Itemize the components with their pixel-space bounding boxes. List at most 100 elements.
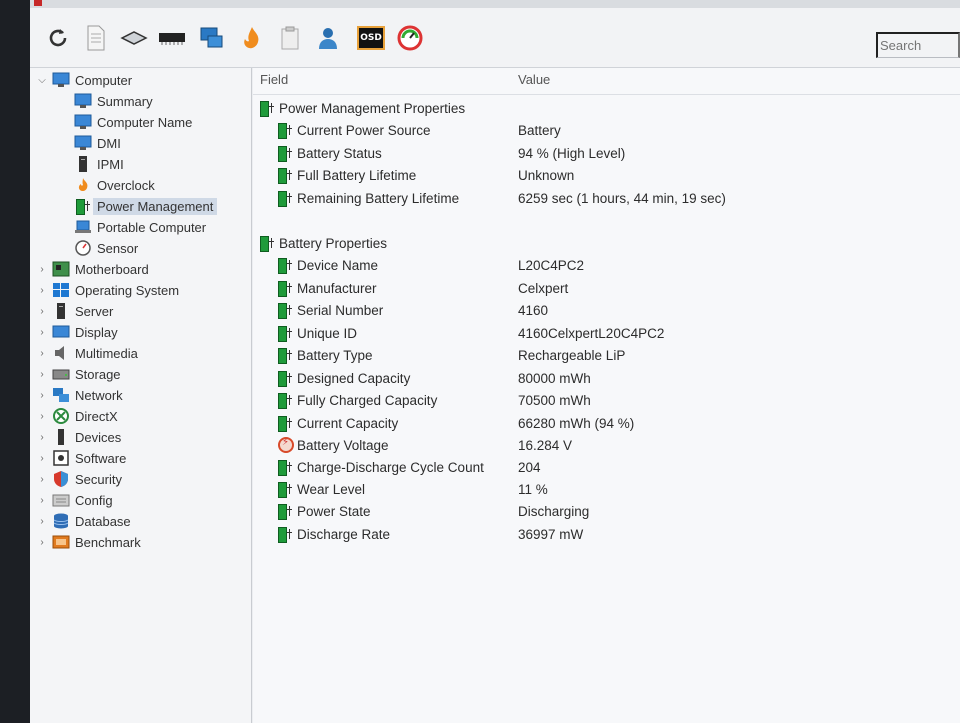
column-header-field[interactable]: Field: [260, 72, 288, 94]
battery-icon: [276, 392, 296, 409]
table-row[interactable]: Fully Charged Capacity 70500 mWh: [276, 389, 956, 411]
table-row[interactable]: Remaining Battery Lifetime 6259 sec (1 h…: [276, 187, 956, 209]
table-row[interactable]: Unique ID 4160CelxpertL20C4PC2: [276, 322, 956, 344]
toolbar: OSD: [30, 8, 960, 68]
battery-icon: [276, 167, 296, 184]
aida64-window: OSD ⌵ Computer Summary Computer Name DMI: [30, 0, 960, 723]
sidebar-item-sensor[interactable]: Sensor: [74, 238, 138, 258]
clipboard-icon[interactable]: [276, 24, 304, 52]
table-row[interactable]: Power State Discharging: [276, 500, 956, 522]
chevron-right-icon[interactable]: ›: [36, 516, 48, 527]
sidebar-item-benchmark[interactable]: › Benchmark: [36, 532, 140, 552]
table-row[interactable]: Serial Number 4160: [276, 299, 956, 321]
sidebar-item-security[interactable]: › Security: [36, 469, 122, 489]
motherboard-icon[interactable]: [120, 24, 148, 52]
chevron-right-icon[interactable]: ›: [36, 432, 48, 443]
osd-icon[interactable]: OSD: [356, 24, 386, 52]
sidebar-item-operating-system[interactable]: › Operating System: [36, 280, 179, 300]
sidebar-item-motherboard[interactable]: › Motherboard: [36, 259, 149, 279]
chevron-right-icon[interactable]: ›: [36, 390, 48, 401]
search-input[interactable]: [876, 32, 960, 58]
table-row[interactable]: Full Battery Lifetime Unknown: [276, 164, 956, 186]
field-value: 4160CelxpertL20C4PC2: [518, 325, 665, 341]
chevron-right-icon[interactable]: ›: [36, 348, 48, 359]
report-icon[interactable]: [82, 24, 110, 52]
sidebar-item-portable-computer[interactable]: Portable Computer: [74, 217, 206, 237]
battery-icon: [276, 325, 296, 342]
sidebar-item-dmi[interactable]: DMI: [74, 133, 121, 153]
sidebar-item-software[interactable]: › Software: [36, 448, 126, 468]
osd-label: OSD: [357, 26, 385, 50]
field-label: Discharge Rate: [297, 526, 391, 542]
chevron-down-icon[interactable]: ⌵: [36, 75, 48, 86]
sidebar-item-computer[interactable]: ⌵ Computer: [36, 70, 132, 90]
field-label: Manufacturer: [297, 280, 377, 296]
field-label: Unique ID: [297, 325, 358, 341]
chevron-right-icon[interactable]: ›: [36, 453, 48, 464]
field-label: Remaining Battery Lifetime: [297, 190, 460, 206]
table-row[interactable]: Discharge Rate 36997 mW: [276, 523, 956, 545]
battery-icon: [74, 198, 92, 215]
sidebar-item-database[interactable]: › Database: [36, 511, 131, 531]
chevron-right-icon[interactable]: ›: [36, 411, 48, 422]
sidebar-item-label: Storage: [75, 366, 121, 382]
chevron-right-icon[interactable]: ›: [36, 285, 48, 296]
field-label: Current Power Source: [297, 122, 431, 138]
sidebar-item-multimedia[interactable]: › Multimedia: [36, 343, 138, 363]
chevron-right-icon[interactable]: ›: [36, 495, 48, 506]
table-row[interactable]: Manufacturer Celxpert: [276, 277, 956, 299]
table-row[interactable]: Current Capacity 66280 mWh (94 %): [276, 412, 956, 434]
sidebar-item-overclock[interactable]: Overclock: [74, 175, 155, 195]
battery-icon: [276, 481, 296, 498]
sidebar-item-power-management[interactable]: Power Management: [74, 196, 218, 216]
network-icon[interactable]: [198, 24, 226, 52]
table-row[interactable]: Battery Status 94 % (High Level): [276, 142, 956, 164]
refresh-icon[interactable]: [44, 24, 72, 52]
sidebar-item-devices[interactable]: › Devices: [36, 427, 121, 447]
motherboard-icon: [52, 261, 70, 277]
gauge-icon[interactable]: [396, 24, 424, 52]
chevron-right-icon[interactable]: ›: [36, 264, 48, 275]
table-row[interactable]: Wear Level 11 %: [276, 478, 956, 500]
sidebar-item-label: Power Management: [93, 197, 218, 215]
sidebar-item-directx[interactable]: › DirectX: [36, 406, 118, 426]
sidebar-item-server[interactable]: › Server: [36, 301, 113, 321]
sidebar-item-label: Summary: [97, 93, 153, 109]
battery-icon: [276, 257, 296, 274]
sidebar-item-computer-name[interactable]: Computer Name: [74, 112, 192, 132]
battery-icon: [276, 370, 296, 387]
table-row[interactable]: Charge-Discharge Cycle Count 204: [276, 456, 956, 478]
table-row[interactable]: Battery Type Rechargeable LiP: [276, 344, 956, 366]
table-row[interactable]: Device Name L20C4PC2: [276, 254, 956, 276]
field-label: Designed Capacity: [297, 370, 411, 386]
sidebar-item-summary[interactable]: Summary: [74, 91, 153, 111]
sidebar-item-ipmi[interactable]: IPMI: [74, 154, 124, 174]
sidebar-item-storage[interactable]: › Storage: [36, 364, 121, 384]
chevron-right-icon[interactable]: ›: [36, 327, 48, 338]
chevron-right-icon[interactable]: ›: [36, 537, 48, 548]
field-value: 16.284 V: [518, 437, 573, 453]
user-icon[interactable]: [314, 24, 342, 52]
table-row[interactable]: Current Power Source Battery: [276, 119, 956, 141]
column-header-value[interactable]: Value: [518, 72, 550, 94]
sidebar-item-network[interactable]: › Network: [36, 385, 122, 405]
sidebar-item-display[interactable]: › Display: [36, 322, 117, 342]
sidebar-item-config[interactable]: › Config: [36, 490, 112, 510]
table-row[interactable]: Designed Capacity 80000 mWh: [276, 367, 956, 389]
speaker-icon: [52, 345, 70, 361]
field-value: Battery: [518, 122, 561, 138]
chevron-right-icon[interactable]: ›: [36, 369, 48, 380]
group-header-power-management[interactable]: Power Management Properties: [258, 97, 465, 119]
display-icon: [52, 324, 70, 340]
group-header-battery-properties[interactable]: Battery Properties: [258, 232, 387, 254]
field-label: Battery Type: [297, 347, 373, 363]
sidebar-item-label: Security: [75, 471, 122, 487]
memory-icon[interactable]: [158, 24, 186, 52]
title-bar: [30, 0, 960, 8]
field-label: Power State: [297, 503, 371, 519]
chevron-right-icon[interactable]: ›: [36, 306, 48, 317]
field-label: Full Battery Lifetime: [297, 167, 417, 183]
chevron-right-icon[interactable]: ›: [36, 474, 48, 485]
table-row[interactable]: Battery Voltage 16.284 V: [276, 434, 956, 456]
flame-icon[interactable]: [238, 24, 266, 52]
